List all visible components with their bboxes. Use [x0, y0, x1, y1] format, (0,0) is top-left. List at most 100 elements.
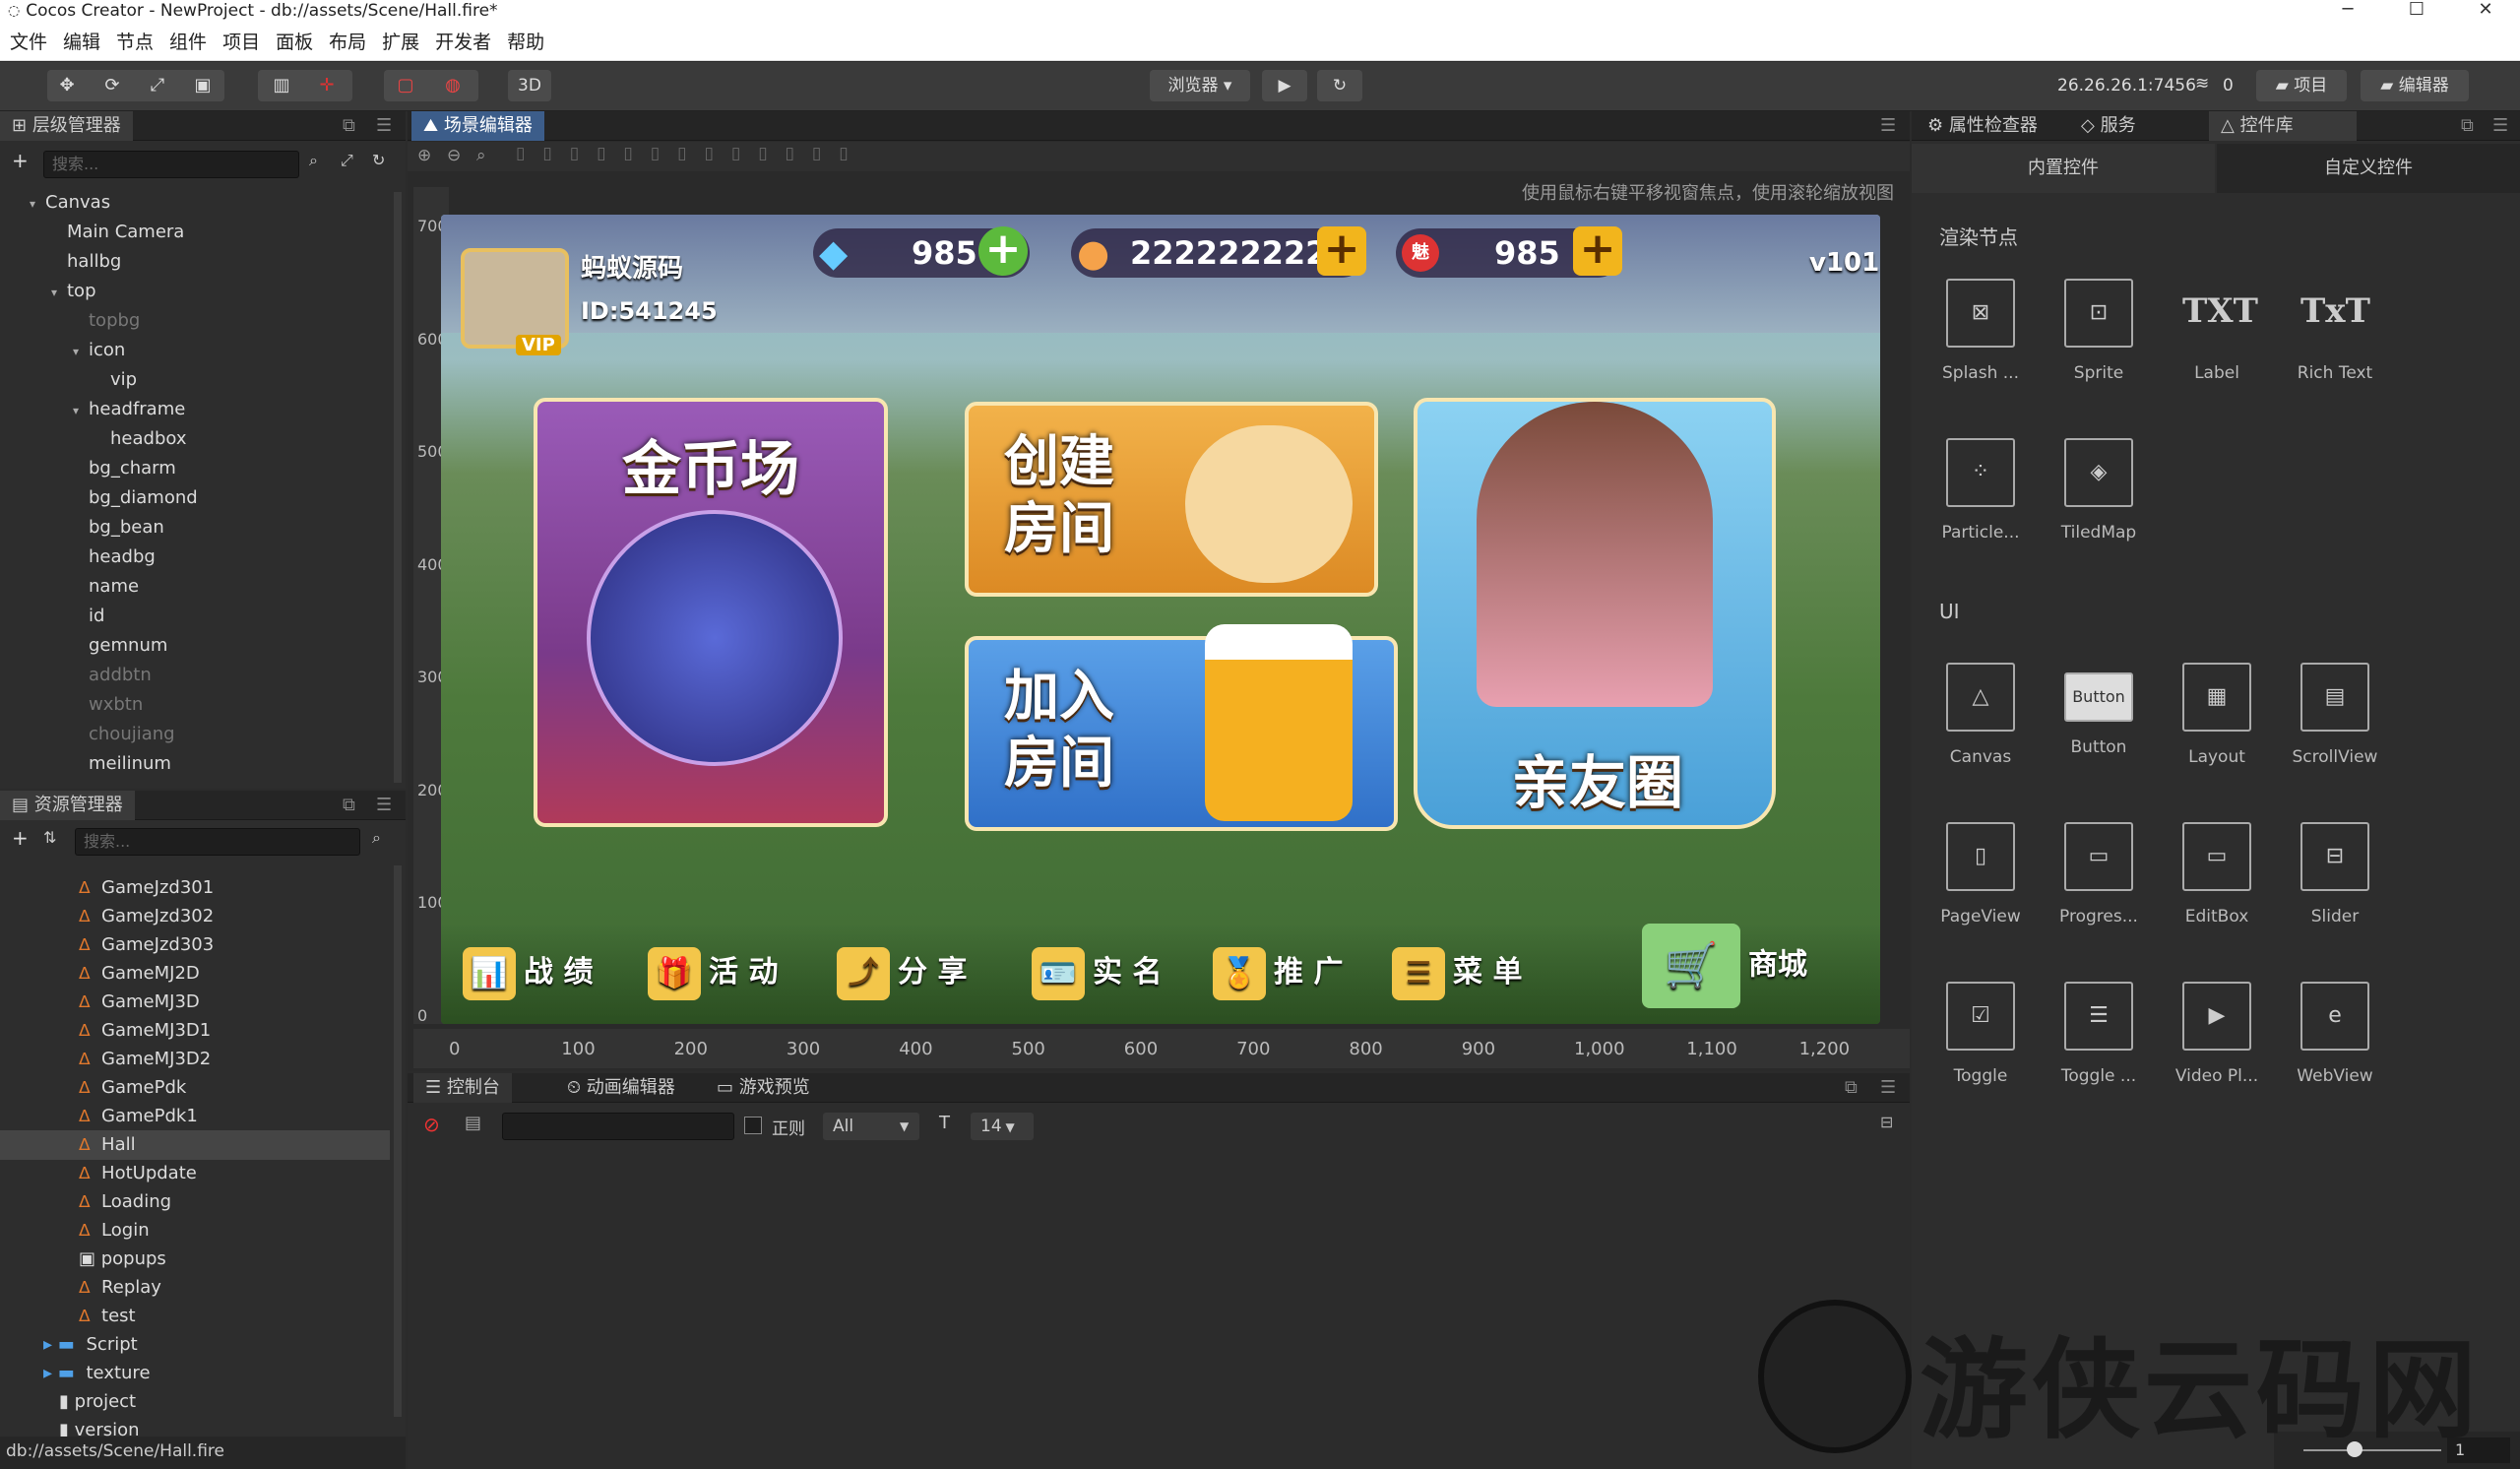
asset-item[interactable]: ᐃ HotUpdate: [79, 1159, 197, 1188]
tab-scene-editor[interactable]: ⛰ 场景编辑器: [411, 111, 544, 141]
log-level-select[interactable]: All ▼: [823, 1113, 919, 1140]
menu-edit[interactable]: 编辑: [63, 28, 100, 54]
menu-extension[interactable]: 扩展: [382, 28, 419, 54]
menu-button[interactable]: ☰ 菜 单: [1392, 938, 1522, 1007]
tab-assets[interactable]: ▤ 资源管理器: [0, 791, 135, 820]
widget-pageview-item[interactable]: ▯ PageView: [1922, 802, 2040, 940]
zoom-out-icon[interactable]: ⊖: [447, 146, 461, 165]
expand-arrow-icon[interactable]: ▾: [73, 337, 89, 366]
rotate-tool-icon[interactable]: ⟳: [93, 70, 132, 101]
tab-console[interactable]: ☰ 控制台: [413, 1073, 512, 1103]
center-icon[interactable]: ✛: [307, 70, 346, 101]
widget-sprite-item[interactable]: ⊡ Sprite: [2040, 259, 2158, 397]
console-menu-icon[interactable]: ☰: [1880, 1077, 1896, 1098]
move-tool-icon[interactable]: ✥: [47, 70, 87, 101]
asset-item[interactable]: ᐃ GameMJ3D1: [79, 1016, 211, 1046]
asset-item[interactable]: ▸ ▬ texture: [43, 1359, 151, 1388]
hierarchy-node[interactable]: bg_diamond: [73, 483, 198, 513]
close-button[interactable]: ✕: [2451, 0, 2520, 22]
zoom-in-icon[interactable]: ⊕: [417, 146, 431, 165]
asset-item[interactable]: ᐃ GamePdk: [79, 1073, 186, 1103]
friends-circle-card[interactable]: 亲友圈: [1414, 398, 1776, 829]
widget-button-item[interactable]: Button Button: [2040, 643, 2158, 781]
widget-slider-item[interactable]: ⊟ Slider: [2276, 802, 2394, 940]
play-button[interactable]: ▶: [1262, 70, 1307, 101]
asset-item[interactable]: ᐃ GameMJ3D: [79, 988, 200, 1017]
assets-scrollbar[interactable]: [394, 865, 402, 1417]
widget-scrollview-item[interactable]: ▤ ScrollView: [2276, 643, 2394, 781]
hierarchy-node[interactable]: headbg: [73, 543, 156, 572]
widget-rich-text-item[interactable]: TxT Rich Text: [2276, 259, 2394, 397]
tab-builtin-widgets[interactable]: 内置控件: [1912, 144, 2215, 193]
menu-help[interactable]: 帮助: [507, 28, 544, 54]
realname-button[interactable]: 🪪 实 名: [1032, 938, 1162, 1007]
zoom-reset-icon[interactable]: ⌕: [476, 146, 486, 165]
panel-menu-icon[interactable]: ☰: [376, 115, 392, 136]
tab-inspector[interactable]: ⚙ 属性检查器: [1916, 111, 2049, 141]
hierarchy-node[interactable]: vip: [94, 365, 137, 395]
menu-panel[interactable]: 面板: [276, 28, 313, 54]
asset-item[interactable]: ᐃ GameMJ3D2: [79, 1045, 211, 1074]
scene-menu-icon[interactable]: ☰: [1880, 115, 1896, 136]
add-diamond-button[interactable]: +: [978, 226, 1028, 276]
promote-button[interactable]: 🏅 推 广: [1213, 938, 1343, 1007]
hierarchy-node[interactable]: bg_bean: [73, 513, 164, 543]
widget-progres-item[interactable]: ▭ Progres...: [2040, 802, 2158, 940]
pivot-icon[interactable]: ▥: [262, 70, 301, 101]
hierarchy-search-input[interactable]: 搜索...: [43, 151, 299, 178]
open-editor-button[interactable]: ▰ 编辑器: [2361, 70, 2469, 101]
asset-item[interactable]: ᐃ GameJzd303: [79, 930, 214, 960]
hierarchy-node[interactable]: Main Camera: [51, 218, 184, 247]
hierarchy-node[interactable]: hallbg: [51, 247, 121, 277]
tab-animation-editor[interactable]: ⏲ 动画编辑器: [555, 1073, 687, 1103]
hierarchy-node[interactable]: gemnum: [73, 631, 167, 661]
minimize-button[interactable]: ─: [2313, 0, 2382, 22]
hierarchy-node[interactable]: ▾ headframe: [73, 395, 185, 424]
join-room-card[interactable]: 加入 房间: [965, 624, 1398, 831]
scale-tool-icon[interactable]: ⤢: [138, 70, 177, 101]
menu-developer[interactable]: 开发者: [435, 28, 491, 54]
refresh-icon[interactable]: ↻: [372, 151, 385, 169]
tab-widget-library[interactable]: △ 控件库: [2209, 111, 2357, 141]
asset-item[interactable]: ᐃ GameJzd301: [79, 873, 214, 903]
asset-item[interactable]: ᐃ Login: [79, 1216, 150, 1245]
collapse-icon[interactable]: ⊟: [1880, 1113, 1893, 1131]
hierarchy-node[interactable]: headbox: [94, 424, 186, 454]
asset-item[interactable]: ▸ ▬ Script: [43, 1330, 138, 1360]
expand-arrow-icon[interactable]: ▾: [30, 189, 45, 219]
create-room-card[interactable]: 创建 房间: [965, 402, 1378, 597]
add-bean-button[interactable]: +: [1317, 226, 1366, 276]
search-icon[interactable]: ⌕: [309, 151, 318, 170]
sort-icon[interactable]: ⇅: [43, 828, 56, 847]
asset-item[interactable]: ᐃ Hall: [0, 1130, 390, 1160]
menu-component[interactable]: 组件: [169, 28, 207, 54]
asset-item[interactable]: ▮ project: [59, 1387, 136, 1417]
hierarchy-node[interactable]: ▾ Canvas: [30, 188, 110, 218]
asset-item[interactable]: ᐃ test: [79, 1302, 136, 1331]
hierarchy-node[interactable]: choujiang: [73, 720, 175, 749]
toggle-3d-button[interactable]: 3D: [508, 70, 551, 101]
add-charm-button[interactable]: +: [1573, 226, 1622, 276]
console-filter-input[interactable]: [502, 1113, 734, 1140]
hierarchy-node[interactable]: name: [73, 572, 139, 602]
avatar[interactable]: [461, 248, 569, 349]
open-project-button[interactable]: ▰ 项目: [2256, 70, 2347, 101]
open-log-icon[interactable]: ▤: [465, 1113, 481, 1133]
refresh-button[interactable]: ↻: [1317, 70, 1362, 101]
scene-canvas[interactable]: VIP 蚂蚁源码 ID:541245 ◆ 985 + ● 2222222222 …: [441, 215, 1880, 1024]
hierarchy-node[interactable]: bg_charm: [73, 454, 176, 483]
asset-item[interactable]: ᐃ Loading: [79, 1187, 171, 1217]
hierarchy-scrollbar[interactable]: [394, 192, 402, 783]
expand-arrow-icon[interactable]: ▾: [73, 396, 89, 425]
font-size-select[interactable]: 14 ▼: [971, 1113, 1034, 1140]
widget-tiledmap-item[interactable]: ◈ TiledMap: [2040, 418, 2158, 556]
widget-toggle-item[interactable]: ☰ Toggle ...: [2040, 962, 2158, 1100]
add-asset-icon[interactable]: +: [12, 826, 29, 850]
popout-icon[interactable]: ⧉: [343, 115, 355, 136]
widget-canvas-item[interactable]: △ Canvas: [1922, 643, 2040, 781]
widget-layout-item[interactable]: ▦ Layout: [2158, 643, 2276, 781]
clear-console-icon[interactable]: ⊘: [423, 1113, 440, 1136]
inspector-popout-icon[interactable]: ⧉: [2461, 115, 2474, 136]
widget-video-pl-item[interactable]: ▶ Video Pl...: [2158, 962, 2276, 1100]
activity-button[interactable]: 🎁 活 动: [648, 938, 778, 1007]
